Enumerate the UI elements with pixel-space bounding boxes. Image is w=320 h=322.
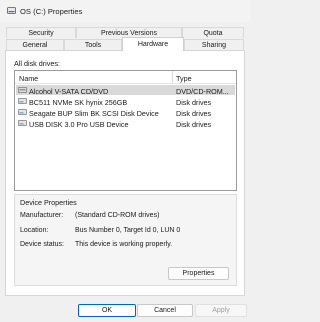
disk-drive-icon: [18, 120, 27, 126]
list-item-drive[interactable]: Seagate BUP Slim BK SCSI Disk Device Dis…: [16, 107, 235, 118]
drive-name: BC511 NVMe SK hynix 256GB: [29, 97, 128, 107]
cancel-button-label: Cancel: [154, 307, 176, 314]
ok-button[interactable]: OK: [78, 304, 136, 317]
tab-quota[interactable]: Quota: [182, 27, 244, 38]
location-value: Bus Number 0, Target Id 0, LUN 0: [75, 227, 181, 234]
tab-security[interactable]: Security: [6, 27, 76, 38]
manufacturer-value: (Standard CD-ROM drives): [75, 212, 160, 219]
apply-button[interactable]: Apply: [195, 304, 247, 317]
cancel-button[interactable]: Cancel: [137, 304, 193, 317]
window-title: OS (C:) Properties: [20, 7, 83, 16]
drive-name: Alcohol V-SATA CD/DVD: [29, 86, 109, 96]
all-disk-drives-label: All disk drives:: [14, 59, 60, 68]
device-status-value: This device is working properly.: [75, 241, 173, 248]
list-item-drive[interactable]: BC511 NVMe SK hynix 256GB Disk drives: [16, 96, 235, 107]
drive-type: Disk drives: [176, 108, 212, 118]
column-header-name[interactable]: Name: [19, 74, 38, 83]
drive-window-icon: [7, 7, 16, 14]
column-divider[interactable]: [172, 71, 173, 83]
tab-sharing-label: Sharing: [201, 41, 227, 49]
tab-tools[interactable]: Tools: [64, 39, 122, 50]
device-status-label: Device status:: [20, 241, 64, 248]
tab-hardware[interactable]: Hardware: [122, 37, 184, 51]
drive-type: DVD/CD-ROM...: [176, 86, 229, 96]
column-header-type[interactable]: Type: [176, 74, 192, 83]
tab-tools-label: Tools: [84, 41, 102, 49]
tab-general-label: General: [22, 41, 48, 49]
manufacturer-label: Manufacturer:: [20, 212, 64, 219]
list-item-drive[interactable]: Alcohol V-SATA CD/DVD DVD/CD-ROM...: [16, 85, 235, 96]
tab-quota-label: Quota: [203, 29, 223, 37]
location-label: Location:: [20, 227, 49, 234]
properties-button-label: Properties: [182, 270, 215, 277]
tab-hardware-label: Hardware: [137, 41, 169, 48]
header-divider: [15, 83, 236, 84]
drive-name: Seagate BUP Slim BK SCSI Disk Device: [29, 108, 159, 118]
disk-drives-list[interactable]: Name Type Alcohol V-SATA CD/DVD DVD/CD-R…: [14, 70, 237, 191]
disk-drive-icon: [18, 109, 27, 115]
drive-type: Disk drives: [176, 119, 212, 129]
disk-drive-icon: [18, 98, 27, 104]
apply-button-label: Apply: [212, 307, 230, 314]
ok-button-label: OK: [101, 307, 113, 314]
device-properties-title: Device Properties: [20, 198, 77, 207]
drive-type: Disk drives: [176, 97, 212, 107]
tab-general[interactable]: General: [6, 39, 64, 50]
properties-button[interactable]: Properties: [168, 267, 229, 280]
list-item-drive[interactable]: USB DISK 3.0 Pro USB Device Disk drives: [16, 118, 235, 129]
title-bar: OS (C:) Properties: [0, 0, 250, 22]
drive-name: USB DISK 3.0 Pro USB Device: [29, 119, 129, 129]
cd-drive-icon: [18, 87, 27, 93]
tab-security-label: Security: [28, 29, 54, 37]
tab-previous-versions-label: Previous Versions: [100, 29, 158, 37]
tab-sharing[interactable]: Sharing: [184, 39, 244, 50]
